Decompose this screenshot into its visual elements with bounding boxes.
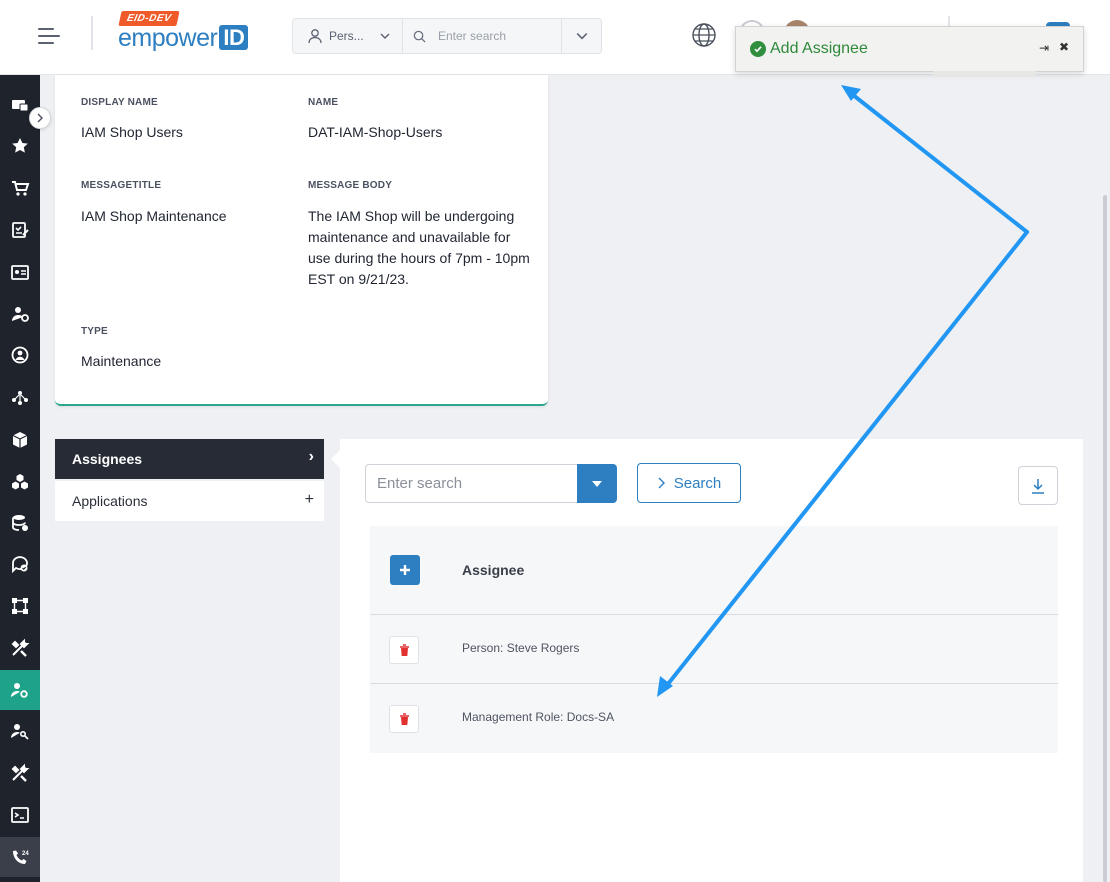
chevron-right-icon [37,113,43,123]
chat-check-icon[interactable] [0,544,40,584]
sidebar-expand-button[interactable] [29,107,51,129]
search-button-label: Search [673,474,722,492]
left-sidebar: 24 [0,75,40,882]
toast-notification: Add Assignee ⇥ ✖ [735,26,1084,72]
tools-icon[interactable] [0,628,40,668]
details-card: DISPLAY NAME IAM Shop Users NAME DAT-IAM… [55,75,548,406]
cart-icon[interactable] [0,168,40,208]
toast-message: Add Assignee [770,40,868,57]
assignee-name: Person: Steve Rogers [462,641,580,655]
search-type-select[interactable]: Pers... [293,19,403,53]
checklist-icon[interactable] [0,210,40,250]
toast-shadow [933,71,1036,77]
delete-button[interactable] [389,636,419,664]
phone-24-icon[interactable]: 24 [0,837,40,877]
table-row: Person: Steve Rogers [370,615,1058,684]
close-icon[interactable]: ✖ [1059,40,1069,54]
display-name-label: DISPLAY NAME [81,97,158,108]
caret-down-icon [592,480,602,487]
people-gear-icon[interactable] [0,294,40,334]
grid-search-input[interactable]: Enter search [365,464,577,503]
tab-applications-label: Applications [72,493,148,509]
grid-search-dropdown[interactable] [577,464,617,503]
message-title-label: MESSAGETITLE [81,180,162,191]
table-row: Management Role: Docs-SA [370,684,1058,753]
database-icon[interactable] [0,503,40,543]
user-circle-icon[interactable] [0,335,40,375]
search-icon [413,30,426,43]
assignee-name: Management Role: Docs-SA [462,710,615,724]
star-icon[interactable] [0,126,40,166]
org-chart-icon[interactable] [0,378,40,418]
type-value: Maintenance [81,353,162,369]
download-button[interactable] [1018,466,1058,505]
global-search: Pers... Enter search [292,18,602,54]
chevron-right-icon [658,477,665,489]
pin-icon[interactable]: ⇥ [1039,41,1049,55]
chevron-down-icon [576,33,587,40]
logo-wordmark: empower ID [118,24,249,53]
chevron-right-icon: › [308,448,314,465]
plus-icon: + [304,491,314,508]
message-title-value: IAM Shop Maintenance [81,208,227,224]
svg-text:24: 24 [22,851,29,857]
page-scrollbar[interactable] [1103,195,1107,882]
display-name-value: IAM Shop Users [81,124,183,140]
plus-icon [400,565,410,575]
user-gear-icon[interactable] [0,670,40,710]
type-label: TYPE [81,326,108,337]
boxes-icon[interactable] [0,462,40,502]
search-button[interactable]: Search [637,463,741,503]
name-value: DAT-IAM-Shop-Users [308,124,443,140]
workflow-icon[interactable] [0,586,40,626]
message-body-value: The IAM Shop will be undergoing maintena… [308,208,530,287]
delete-button[interactable] [389,705,419,733]
globe-icon[interactable] [690,21,718,49]
menu-icon[interactable] [38,26,62,46]
id-card-icon[interactable] [0,252,40,292]
message-body-label: MESSAGE BODY [308,180,393,191]
add-assignee-button[interactable] [390,555,420,585]
trash-icon [399,643,409,656]
header-divider [91,16,93,50]
global-search-dropdown[interactable] [561,19,601,53]
check-circle-icon [750,41,766,57]
assignee-column-header: Assignee [462,562,525,578]
name-label: NAME [308,97,339,108]
terminal-icon[interactable] [0,795,40,835]
chevron-down-icon [380,33,390,39]
table-header: Assignee [370,526,1058,615]
grid-search-placeholder: Enter search [377,475,463,492]
tab-assignees[interactable]: Assignees › [55,439,324,479]
trash-icon [399,712,409,725]
user-key-icon[interactable] [0,711,40,751]
arrowhead-top [841,85,861,101]
tab-pointer [331,450,340,468]
tools-icon[interactable] [0,753,40,793]
download-icon [1032,478,1044,494]
tab-applications[interactable]: Applications + [55,481,324,521]
person-icon [308,29,322,44]
box-icon[interactable] [0,420,40,460]
empowerid-logo[interactable]: EID-DEV empower ID [118,10,258,54]
global-search-input[interactable]: Enter search [403,19,561,53]
tab-assignees-label: Assignees [72,451,143,467]
assignees-table: Assignee Person: Steve Rogers Management… [370,526,1058,753]
search-type-label: Pers... [329,29,364,43]
global-search-placeholder: Enter search [438,29,507,43]
